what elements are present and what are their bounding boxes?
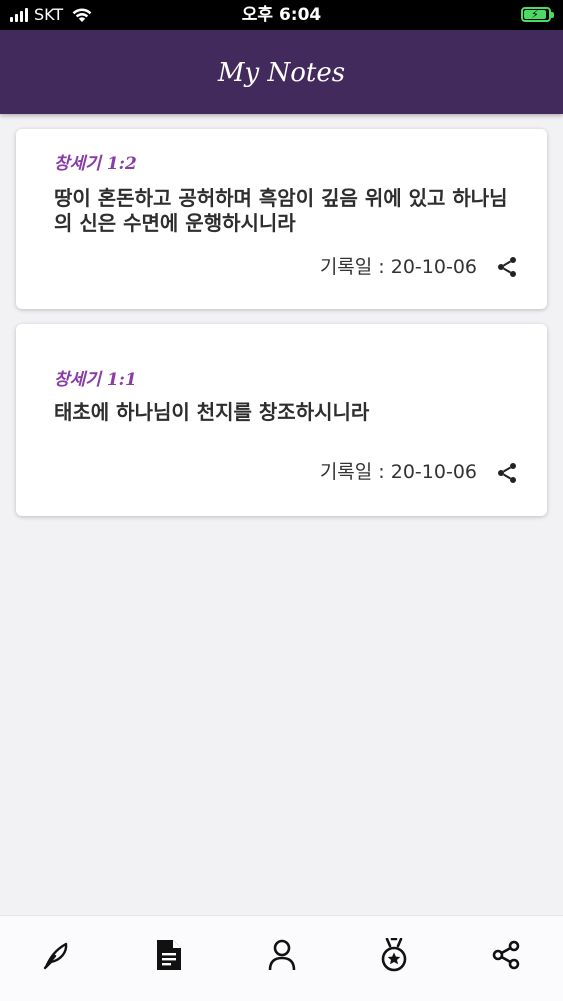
feather-icon <box>43 942 68 970</box>
bottom-navigation <box>0 915 563 1001</box>
nav-item-achievements[interactable] <box>377 938 411 972</box>
share-icon[interactable] <box>495 461 519 485</box>
status-time: 오후 6:04 <box>241 5 322 25</box>
note-text: 땅이 혼돈하고 공허하며 흑암이 깊음 위에 있고 하나님의 신은 수면에 운행… <box>54 186 508 235</box>
note-reference: 창세기 1:2 <box>54 154 137 174</box>
page-title: My Notes <box>217 58 346 88</box>
nav-item-share[interactable] <box>489 938 523 972</box>
nav-item-profile[interactable] <box>265 938 299 972</box>
status-bar: SKT 오후 6:04 ⚡ <box>0 0 563 30</box>
medal-icon <box>381 938 407 972</box>
note-card[interactable]: 창세기 1:1 태초에 하나님이 천지를 창조하시니라 기록일 : 20-10-… <box>16 324 547 516</box>
share-icon[interactable] <box>495 255 519 279</box>
note-date: 기록일 : 20-10-06 <box>319 461 477 483</box>
person-icon <box>268 939 296 971</box>
note-reference: 창세기 1:1 <box>54 370 137 390</box>
note-card[interactable]: 창세기 1:2 땅이 혼돈하고 공허하며 흑암이 깊음 위에 있고 하나님의 신… <box>16 129 547 309</box>
nav-item-write[interactable] <box>39 938 73 972</box>
app-header: My Notes <box>0 30 563 114</box>
note-date: 기록일 : 20-10-06 <box>319 256 477 278</box>
note-text: 태초에 하나님이 천지를 창조하시니라 <box>54 400 370 424</box>
battery-icon: ⚡ <box>521 7 554 22</box>
share-icon <box>492 940 520 970</box>
document-icon <box>157 940 181 970</box>
nav-item-notes[interactable] <box>152 938 186 972</box>
